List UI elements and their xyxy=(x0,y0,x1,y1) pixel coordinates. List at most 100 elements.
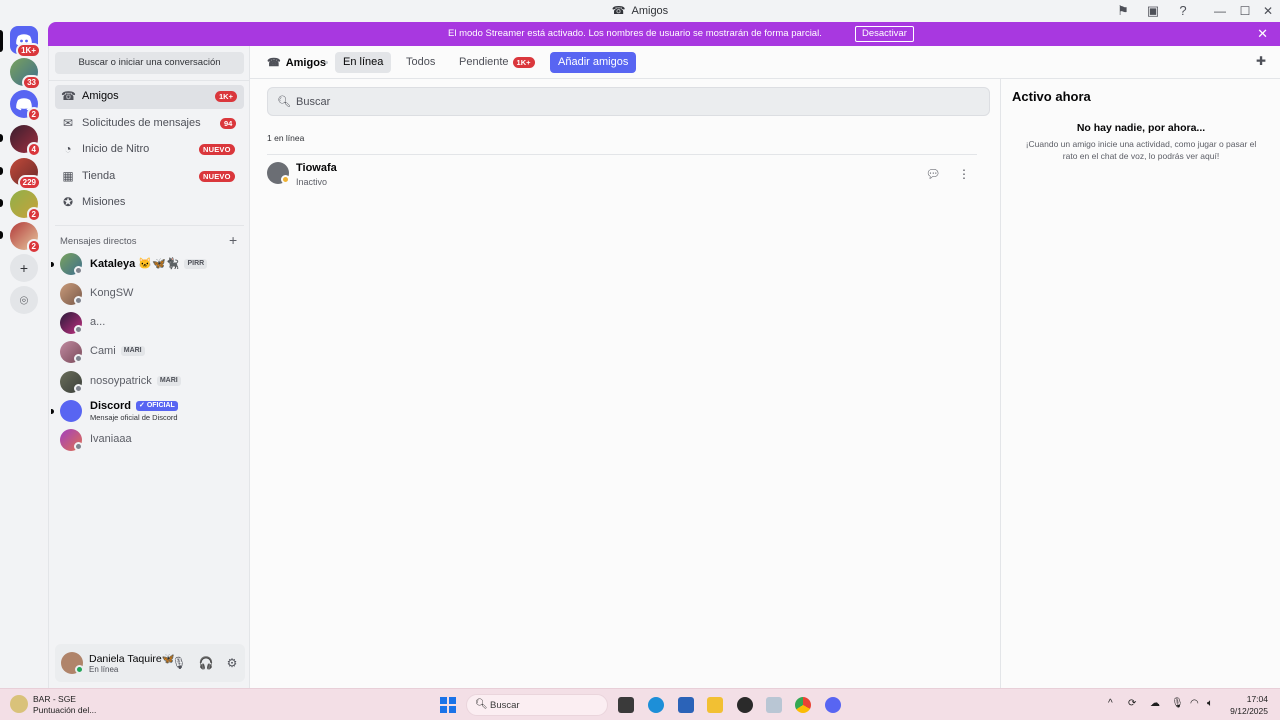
create-dm-icon[interactable]: + xyxy=(229,232,237,248)
divider xyxy=(49,80,250,81)
divider xyxy=(325,61,328,64)
widget-subtitle: Puntuación del... xyxy=(33,705,97,715)
server-icon[interactable]: 2 xyxy=(10,222,41,254)
server-icon[interactable]: 229 xyxy=(10,158,41,190)
chevron-up-icon[interactable]: ^ xyxy=(1108,698,1113,709)
dm-item[interactable]: Cami MARI xyxy=(55,339,244,365)
nav-item-message-requests[interactable]: ✉ Solicitudes de mensajes 94 xyxy=(55,112,244,136)
nav-item-nitro[interactable]: ◔ Inicio de Nitro NUEVO xyxy=(55,138,244,162)
new-badge: NUEVO xyxy=(199,144,235,155)
user-name[interactable]: Daniela Taquire🦋 xyxy=(89,652,175,665)
new-group-dm-icon[interactable]: ✚ xyxy=(1256,54,1266,68)
taskbar-search[interactable]: 🔍︎ Buscar xyxy=(466,694,608,716)
close-button[interactable]: ✕ xyxy=(1258,2,1278,20)
start-button[interactable] xyxy=(440,697,456,713)
dm-subtitle: Mensaje oficial de Discord xyxy=(90,413,178,422)
close-icon[interactable]: ✕ xyxy=(1257,26,1268,41)
app-icon[interactable] xyxy=(737,697,753,713)
window-title: ☎ Amigos xyxy=(611,5,669,17)
dm-name: Ivaniaaa xyxy=(90,433,132,445)
nav-item-quests[interactable]: ✪ Misiones xyxy=(55,191,244,215)
find-conversation-button[interactable]: Buscar o iniciar una conversación xyxy=(55,52,244,74)
dm-item[interactable]: Kataleya 🐱🦋🐈‍⬛ PIRR xyxy=(51,251,244,277)
dm-item[interactable]: nosoypatrick MARI xyxy=(55,369,244,395)
nav-item-label: Inicio de Nitro xyxy=(82,143,150,155)
nav-item-label: Tienda xyxy=(82,170,116,182)
sync-icon[interactable]: ⟳ xyxy=(1128,698,1136,709)
tab-pending[interactable]: Pendiente 1K+ xyxy=(451,52,543,73)
cloud-icon[interactable]: ☁ xyxy=(1150,698,1160,709)
microphone-icon[interactable]: 🎙 xyxy=(171,655,187,671)
dm-item[interactable]: Ivaniaaa xyxy=(55,427,244,453)
dm-item-discord[interactable]: Discord ✓ OFICIAL Mensaje oficial de Dis… xyxy=(51,398,244,424)
microphone-icon[interactable]: 🎙︎ xyxy=(1171,698,1184,709)
add-friend-button[interactable]: Añadir amigos xyxy=(550,52,637,73)
more-options-icon[interactable]: ⋮ xyxy=(954,164,974,184)
discord-logo-icon xyxy=(60,400,82,422)
title-bar: ☎ Amigos ⚑ ▣ ? — ☐ ✕ xyxy=(0,0,1280,22)
friend-status: Inactivo xyxy=(296,177,328,187)
online-count: 1 en línea xyxy=(267,133,305,143)
empty-title: No hay nadie, por ahora... xyxy=(1076,122,1206,134)
inbox-icon: ✉ xyxy=(62,116,74,130)
server-badge: 33 xyxy=(22,75,41,90)
message-icon[interactable]: 💬︎ xyxy=(923,164,943,184)
dm-item[interactable]: a... xyxy=(55,310,244,336)
server-icon[interactable]: 2 xyxy=(10,90,41,122)
folder-icon[interactable] xyxy=(707,697,723,713)
taskview-icon[interactable] xyxy=(618,697,634,713)
add-server-icon[interactable]: + xyxy=(10,254,38,282)
weather-icon[interactable] xyxy=(10,695,28,713)
clan-tag: MARI xyxy=(120,346,145,357)
server-rail: 1K+ 33 2 4 229 2 2 + ⌾ xyxy=(0,22,48,688)
volume-icon[interactable]: 🔈︎ xyxy=(1207,698,1213,709)
chrome-icon[interactable] xyxy=(795,697,811,713)
server-badge: 4 xyxy=(26,142,41,157)
flag-icon[interactable]: ⚑ xyxy=(1115,3,1131,19)
dm-name: Discord ✓ OFICIAL xyxy=(90,400,178,412)
tab-online[interactable]: En línea xyxy=(335,52,392,73)
settings-icon[interactable]: ⚙ xyxy=(224,655,240,671)
unread-pill xyxy=(0,199,3,207)
tab-all[interactable]: Todos xyxy=(398,52,443,73)
server-badge: 2 xyxy=(26,239,41,254)
friends-icon: ☎ xyxy=(267,57,281,69)
minimize-button[interactable]: — xyxy=(1210,2,1230,20)
unread-indicator xyxy=(51,409,54,414)
friend-row[interactable]: Tiowafa Inactivo 💬︎ ⋮ xyxy=(262,158,982,190)
nav-item-friends[interactable]: ☎ Amigos 1K+ xyxy=(55,85,244,109)
server-icon[interactable]: 33 xyxy=(10,58,41,90)
search-icon: 🔍︎ xyxy=(277,96,291,108)
streamer-icon[interactable]: ▣ xyxy=(1145,3,1161,19)
nav-item-shop[interactable]: ▦ Tienda NUEVO xyxy=(55,165,244,189)
clock-time[interactable]: 17:04 xyxy=(1232,694,1268,704)
server-icon[interactable]: 2 xyxy=(10,190,41,222)
active-now-panel: Activo ahora No hay nadie, por ahora... … xyxy=(1000,79,1280,688)
help-icon[interactable]: ? xyxy=(1175,3,1191,19)
maximize-button[interactable]: ☐ xyxy=(1235,2,1255,20)
deactivate-button[interactable]: Desactivar xyxy=(855,26,914,42)
count-badge: 1K+ xyxy=(512,56,535,68)
status-indicator xyxy=(74,384,83,393)
count-badge: 1K+ xyxy=(215,91,237,102)
headphones-icon[interactable]: 🎧 xyxy=(198,655,214,671)
selected-pill xyxy=(0,30,3,52)
new-badge: NUEVO xyxy=(199,171,235,182)
dm-item[interactable]: KongSW xyxy=(55,281,244,307)
dm-name: a... xyxy=(90,316,106,328)
user-panel: Daniela Taquire🦋 En línea 🎙 🎧 ⚙ xyxy=(55,644,245,682)
discord-icon[interactable] xyxy=(825,697,841,713)
wifi-icon[interactable]: ◠ xyxy=(1190,698,1199,709)
status-indicator xyxy=(74,442,83,451)
clock-date[interactable]: 9/12/2025 xyxy=(1222,706,1268,716)
edge-icon[interactable] xyxy=(648,697,664,713)
user-status: En línea xyxy=(89,665,119,674)
search-input[interactable] xyxy=(296,93,976,111)
server-icon[interactable]: 4 xyxy=(10,125,41,157)
friends-toolbar: ☎ Amigos En línea Todos Pendiente 1K+ Añad… xyxy=(250,46,1280,79)
home-button[interactable]: 1K+ xyxy=(10,26,41,58)
store-icon[interactable] xyxy=(678,697,694,713)
app-icon[interactable] xyxy=(766,697,782,713)
explore-icon[interactable]: ⌾ xyxy=(10,286,38,314)
status-indicator xyxy=(74,354,83,363)
